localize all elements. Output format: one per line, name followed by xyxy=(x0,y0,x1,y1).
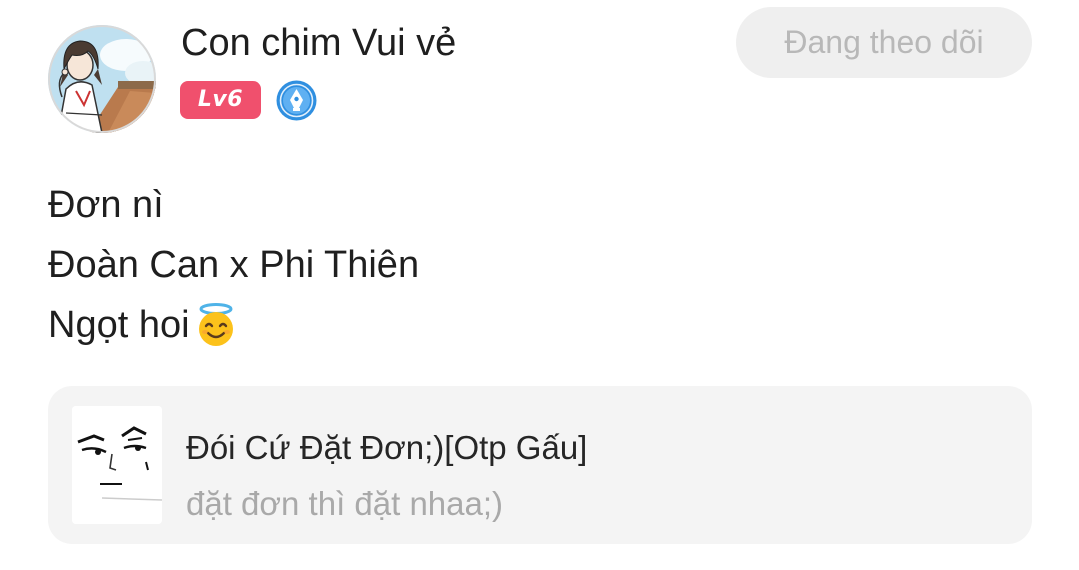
post-line-with-emoji: Ngọt hoi xyxy=(48,295,419,355)
avatar-image xyxy=(48,25,156,133)
story-title[interactable]: Đói Cứ Đặt Đơn;)[Otp Gấu] xyxy=(186,427,587,469)
meme-face-sketch-icon xyxy=(72,406,162,524)
following-button[interactable]: Đang theo dõi xyxy=(736,7,1032,78)
user-avatar[interactable] xyxy=(48,25,156,133)
smiling-face-with-halo-icon xyxy=(192,301,240,349)
post-line: Đoàn Can x Phi Thiên xyxy=(48,244,420,286)
post-line: Đơn nì xyxy=(48,184,164,226)
linked-story-card[interactable]: Đói Cứ Đặt Đơn;)[Otp Gấu] đặt đơn thì đặ… xyxy=(48,386,1032,544)
story-thumbnail xyxy=(72,406,162,524)
post-content: Đơn nì Đoàn Can x Phi Thiên Ngọt hoi xyxy=(48,175,419,355)
post-line-text: Ngọt hoi xyxy=(48,304,190,346)
story-subtitle: đặt đơn thì đặt nhaa;) xyxy=(186,485,504,522)
username[interactable]: Con chim Vui vẻ xyxy=(181,20,456,66)
pen-nib-badge-icon xyxy=(276,80,317,121)
level-badge: Lv6 xyxy=(180,81,261,119)
